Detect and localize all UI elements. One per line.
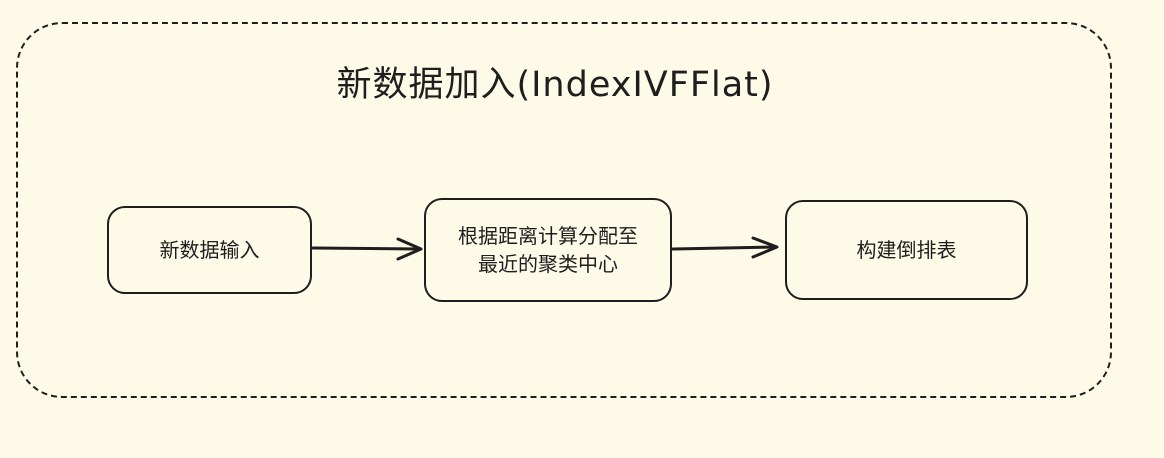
arrow-line [671,245,778,251]
arrow-line [311,246,422,251]
arrows-layer [311,236,779,261]
arrow-assign-to-build [671,236,779,259]
arrow-input-to-assign [311,237,423,261]
